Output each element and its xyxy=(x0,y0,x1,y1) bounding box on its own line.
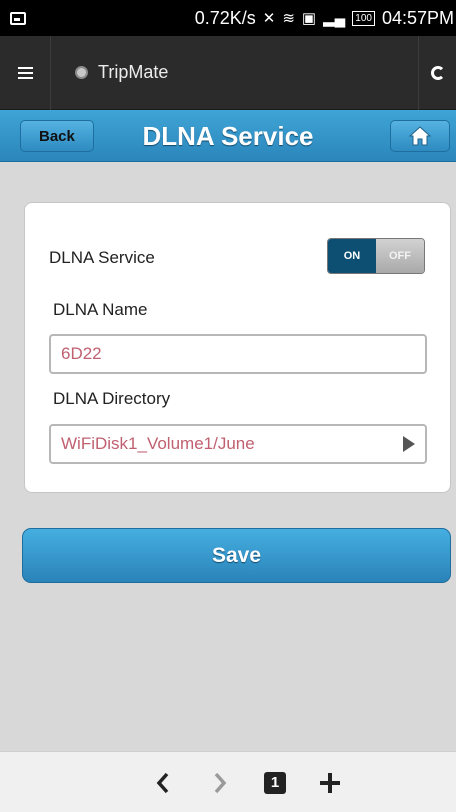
status-right: 0.72K/s ✕ ≋ ▣ ▂▄ 100 04:57PM xyxy=(195,8,456,29)
back-nav-button[interactable] xyxy=(143,752,183,812)
browser-toolbar: TripMate xyxy=(0,35,456,110)
network-speed: 0.72K/s xyxy=(194,7,256,28)
dlna-name-value: 6D22 xyxy=(61,344,102,363)
toggle-on-label[interactable]: ON xyxy=(328,239,376,273)
sim-icon: ▣ xyxy=(301,10,317,27)
dlna-directory-select[interactable]: WiFiDisk1_Volume1/June xyxy=(49,424,427,464)
site-title[interactable]: TripMate xyxy=(98,62,168,83)
chevron-right-icon xyxy=(403,436,415,452)
save-button[interactable]: Save xyxy=(22,528,451,583)
signal-icon: ▂▄ xyxy=(323,10,346,27)
status-left xyxy=(0,11,36,25)
battery-icon: 100 xyxy=(352,10,375,26)
back-button[interactable]: Back xyxy=(20,120,94,152)
chevron-left-icon xyxy=(156,772,169,793)
site-favicon-icon xyxy=(75,66,88,79)
tab-count: 1 xyxy=(264,771,286,794)
chevron-right-icon xyxy=(214,772,227,793)
dlna-name-label: DLNA Name xyxy=(53,300,148,319)
dlna-service-label: DLNA Service xyxy=(49,248,155,267)
home-icon xyxy=(409,126,431,146)
plus-icon xyxy=(320,772,340,793)
dlna-name-input[interactable]: 6D22 xyxy=(49,334,427,374)
mute-icon: ✕ xyxy=(262,10,276,27)
dlna-settings-card: DLNA Service ON OFF DLNA Name 6D22 DLNA … xyxy=(24,202,451,493)
dlna-directory-value: WiFiDisk1_Volume1/June xyxy=(61,434,255,453)
toggle-off-label[interactable]: OFF xyxy=(376,239,424,273)
clock: 04:57PM xyxy=(381,7,454,28)
dlna-directory-label: DLNA Directory xyxy=(53,389,171,408)
page-header: DLNA Service Back xyxy=(0,110,456,162)
menu-icon[interactable] xyxy=(0,66,50,79)
toolbar-divider xyxy=(50,35,51,110)
reload-icon[interactable] xyxy=(418,36,456,110)
tabs-button[interactable]: 1 xyxy=(255,752,295,812)
home-button[interactable] xyxy=(390,120,450,152)
gallery-notification-icon xyxy=(10,11,26,25)
dlna-service-toggle[interactable]: ON OFF xyxy=(327,238,425,274)
browser-bottom-nav: 1 xyxy=(0,751,456,812)
forward-nav-button[interactable] xyxy=(200,752,240,812)
status-bar: 0.72K/s ✕ ≋ ▣ ▂▄ 100 04:57PM xyxy=(0,0,456,36)
new-tab-button[interactable] xyxy=(310,752,350,812)
wifi-icon: ≋ xyxy=(282,10,295,27)
